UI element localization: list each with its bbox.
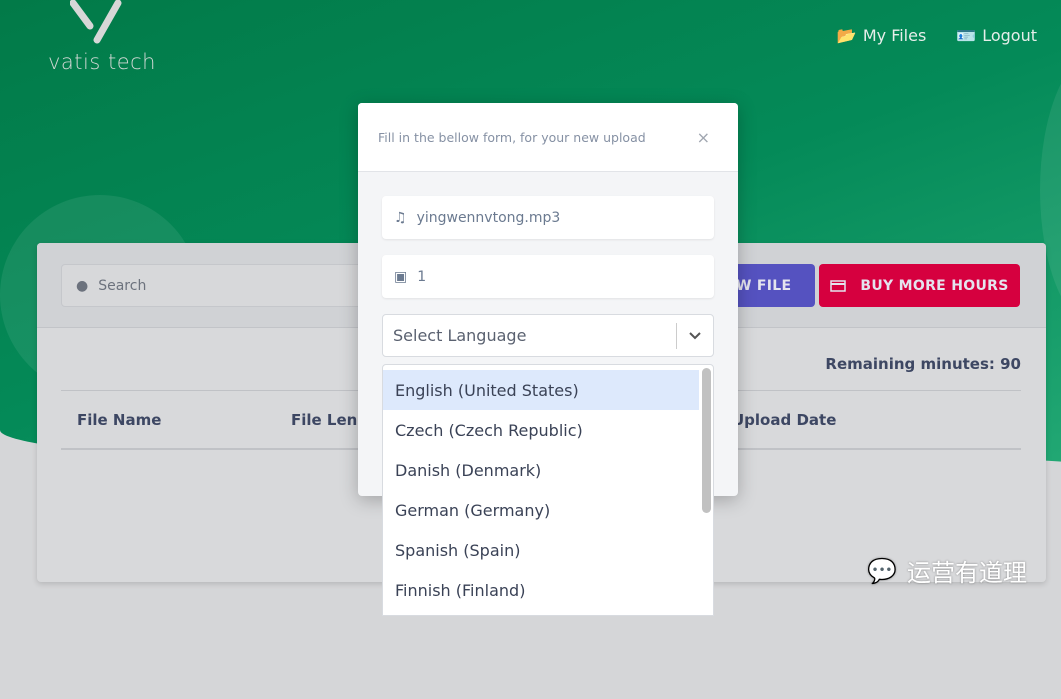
modal-title: Fill in the bellow form, for your new up…: [378, 129, 646, 145]
language-option[interactable]: Czech (Czech Republic): [383, 410, 699, 450]
language-option[interactable]: Danish (Denmark): [383, 450, 699, 490]
buy-more-hours-button[interactable]: BUY MORE HOURS: [819, 264, 1020, 307]
search-icon: ●: [76, 277, 89, 294]
search-input[interactable]: ● Search: [61, 264, 371, 307]
column-file-length[interactable]: File Leng: [291, 411, 368, 429]
top-nav: 📂 My Files 🪪 Logout: [837, 26, 1037, 45]
close-icon[interactable]: ×: [697, 128, 710, 147]
speakers-field[interactable]: ▣ 1: [382, 255, 714, 298]
id-card-icon: 🪪: [956, 26, 977, 45]
language-select[interactable]: Select Language: [382, 314, 714, 357]
language-option[interactable]: German (Germany): [383, 490, 699, 530]
brand-name: vatis tech: [48, 50, 156, 74]
credit-card-icon: [830, 279, 847, 292]
language-option[interactable]: Spanish (Spain): [383, 530, 699, 570]
language-option[interactable]: Finnish (Finland): [383, 570, 699, 610]
remaining-minutes: Remaining minutes: 90: [825, 355, 1021, 373]
dropdown-scrollbar[interactable]: [702, 368, 711, 513]
notebook-icon: ▣: [394, 268, 408, 285]
column-file-name[interactable]: File Name: [77, 411, 161, 429]
wechat-icon: 💬: [867, 556, 897, 585]
logo-v-icon: [70, 0, 122, 44]
music-note-icon: ♫: [394, 209, 407, 226]
language-option[interactable]: English (United States): [383, 370, 699, 410]
folder-open-icon: 📂: [836, 26, 857, 45]
column-upload-date[interactable]: Upload Date: [732, 411, 836, 429]
language-dropdown: English (United States) Czech (Czech Rep…: [382, 364, 714, 616]
nav-logout[interactable]: 🪪 Logout: [956, 26, 1037, 45]
watermark: 💬 运营有道理: [867, 556, 1027, 588]
file-name-field[interactable]: ♫ yingwennvtong.mp3: [382, 196, 714, 239]
nav-my-files[interactable]: 📂 My Files: [837, 26, 926, 45]
chevron-down-icon: [689, 332, 701, 340]
